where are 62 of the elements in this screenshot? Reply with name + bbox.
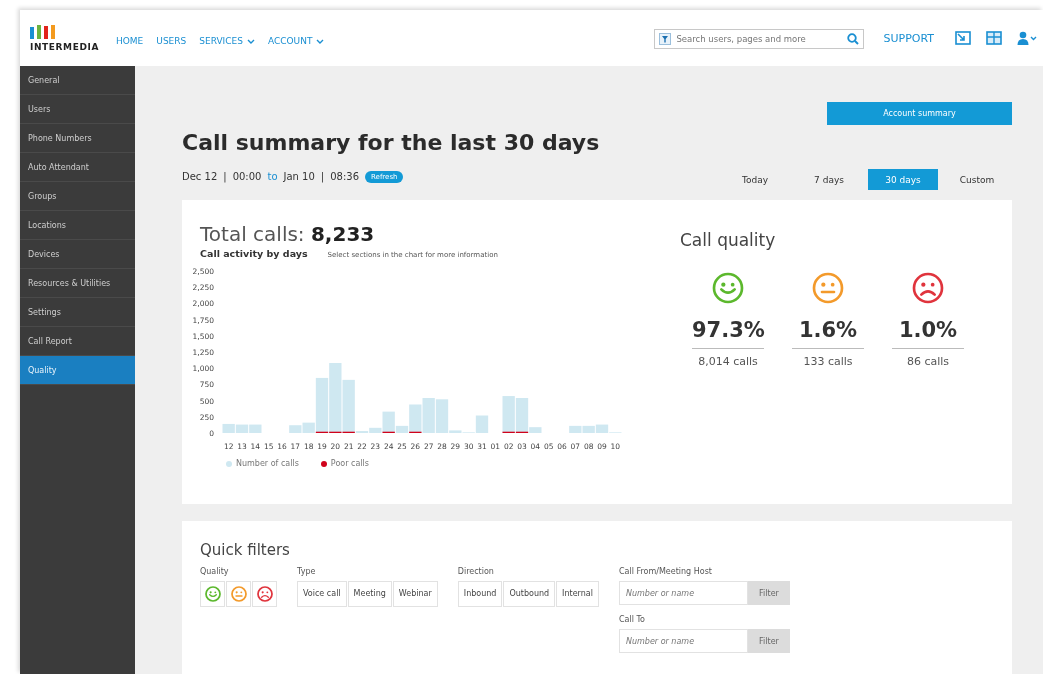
bar[interactable]	[502, 396, 515, 433]
columns-icon[interactable]	[986, 31, 1002, 45]
quality-percent: 1.6%	[792, 318, 864, 349]
filter-label: Type	[297, 567, 317, 576]
bar[interactable]	[515, 398, 529, 433]
logo-text: INTERMEDIA	[30, 41, 99, 52]
call-count: 86 calls	[906, 355, 950, 368]
legend-label: Number of calls	[236, 459, 299, 468]
text-field[interactable]: Number or name	[618, 629, 748, 653]
quality-percent: 97.3%	[692, 318, 764, 349]
separator: |	[320, 171, 325, 182]
quality-percent: 1.0%	[892, 318, 964, 349]
search-field[interactable]: Search users, pages and more	[654, 29, 865, 49]
legend-dot	[320, 460, 327, 467]
filter-label: Call To	[618, 615, 646, 624]
range-tab[interactable]: Custom	[942, 169, 1012, 190]
search-icon[interactable]	[847, 33, 860, 45]
bar[interactable]	[382, 411, 395, 433]
nav-link[interactable]: HOME	[116, 36, 144, 46]
call-quality-title: Call quality	[680, 230, 777, 250]
sidebar-item[interactable]: Quality	[20, 356, 135, 385]
page-title: Call summary for the last 30 days	[182, 130, 601, 155]
caret-icon	[246, 38, 255, 44]
call-count: 8,014 calls	[698, 355, 758, 368]
call-count: 133 calls	[803, 355, 853, 368]
filter-label: Quality	[200, 567, 230, 576]
quality-filter-button[interactable]	[200, 581, 225, 607]
date-text: Dec 12	[182, 171, 218, 182]
range-tab[interactable]: Today	[720, 169, 790, 190]
nav-link[interactable]: USERS	[156, 36, 187, 46]
filter-toggle[interactable]: Inbound	[457, 581, 503, 607]
caret-icon	[316, 38, 325, 44]
nav-link[interactable]: ACCOUNT	[267, 36, 325, 46]
legend-dot	[226, 460, 232, 467]
date-text: Jan 10	[283, 171, 315, 182]
quick-filters-title: Quick filters	[200, 541, 291, 559]
to-text: to	[267, 171, 278, 182]
filter-toggle[interactable]: Webinar	[392, 581, 438, 607]
support-link[interactable]: SUPPORT	[883, 31, 934, 45]
quality-filter-button[interactable]	[252, 581, 277, 607]
separator: |	[223, 171, 227, 182]
legend-label: Poor calls	[330, 459, 369, 468]
filter-label: Direction	[457, 567, 495, 576]
nav-link[interactable]: SERVICES	[199, 36, 255, 46]
filter-toggle[interactable]: Voice call	[297, 581, 347, 607]
time-text: 08:36	[330, 171, 360, 182]
user-menu-icon[interactable]	[1017, 31, 1037, 45]
filter-label: Call From/Meeting Host	[618, 567, 713, 576]
filter-button[interactable]: Filter	[747, 581, 790, 605]
bar[interactable]	[409, 404, 422, 433]
filter-toggle[interactable]: Outbound	[503, 581, 556, 607]
chart-title: Call activity by days	[200, 248, 308, 259]
range-tab[interactable]: 7 days	[794, 169, 864, 190]
quality-filter-button[interactable]	[226, 581, 251, 607]
filter-toggle[interactable]: Meeting	[347, 581, 392, 607]
total-calls: Total calls: 8,233	[200, 222, 376, 246]
time-text: 00:00	[232, 171, 262, 182]
text-field[interactable]: Number or name	[618, 581, 748, 605]
filter-toggle[interactable]: Internal	[556, 581, 599, 607]
filter-button[interactable]: Filter	[747, 629, 790, 653]
filter-icon	[659, 33, 672, 45]
logo-bars-icon	[30, 24, 56, 39]
